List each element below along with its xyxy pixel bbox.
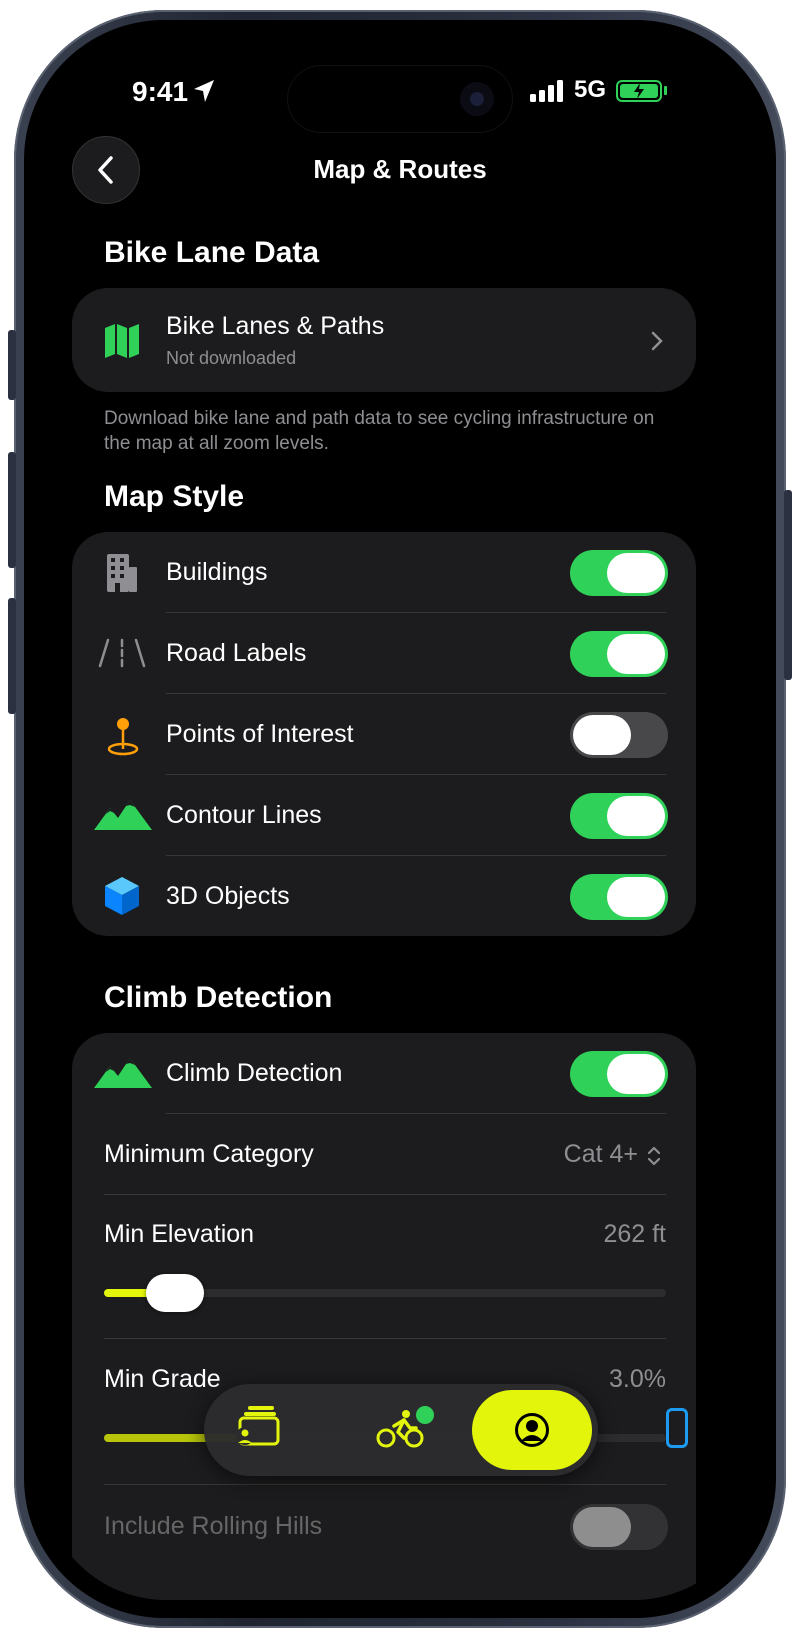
buildings-label: Buildings — [166, 558, 268, 586]
cube-icon — [105, 877, 139, 915]
mountains-icon — [94, 1058, 152, 1088]
contour-lines-label: Contour Lines — [166, 801, 322, 829]
3d-objects-toggle[interactable] — [570, 874, 668, 920]
phone-icon[interactable] — [666, 1408, 688, 1448]
page-title: Map & Routes — [313, 154, 487, 184]
road-labels-label: Road Labels — [166, 639, 307, 667]
rolling-hills-label: Include Rolling Hills — [104, 1512, 323, 1540]
map-icon — [105, 324, 139, 358]
divider — [166, 855, 666, 856]
road-labels-toggle[interactable] — [570, 631, 668, 677]
min-grade-label: Min Grade — [104, 1365, 221, 1393]
screen: 9:41 5G Map & Routes Bike Lane Data Bike… — [42, 38, 758, 1600]
3d-objects-label: 3D Objects — [166, 882, 290, 910]
section-title-map-style: Map Style — [104, 480, 245, 513]
min-category-picker[interactable]: Cat 4+ — [482, 1134, 666, 1178]
buildings-toggle[interactable] — [570, 550, 668, 596]
min-elevation-thumb[interactable] — [145, 1274, 204, 1312]
road-icon — [98, 638, 146, 668]
location-arrow-icon — [194, 80, 214, 102]
section-title-bike-lane: Bike Lane Data — [104, 236, 320, 269]
climb-detection-toggle[interactable] — [570, 1051, 668, 1097]
ride-status-dot — [414, 1404, 436, 1426]
divider — [166, 693, 666, 694]
poi-toggle[interactable] — [570, 712, 668, 758]
bike-lane-note: Download bike lane and path data to see … — [104, 408, 655, 454]
bike-lanes-label: Bike Lanes & Paths — [166, 312, 385, 340]
contour-lines-toggle[interactable] — [570, 793, 668, 839]
min-elevation-value: 262 ft — [603, 1220, 666, 1248]
volume-down-button — [8, 598, 16, 714]
mountains-icon — [94, 800, 152, 830]
action-button — [8, 330, 16, 400]
divider — [166, 1113, 666, 1114]
min-category-label: Minimum Category — [104, 1140, 314, 1168]
section-title-climb: Climb Detection — [104, 981, 333, 1014]
front-camera — [460, 82, 494, 116]
signal-icon — [530, 80, 563, 102]
network-type: 5G — [574, 76, 607, 103]
stack-person-icon — [236, 1406, 280, 1446]
pin-icon — [107, 718, 139, 756]
divider — [166, 774, 666, 775]
battery-nub — [664, 86, 667, 95]
min-elevation-label: Min Elevation — [104, 1220, 255, 1248]
rolling-hills-toggle[interactable] — [570, 1504, 668, 1550]
min-category-value: Cat 4+ — [563, 1140, 638, 1168]
divider — [104, 1194, 666, 1195]
divider — [104, 1484, 666, 1485]
volume-up-button — [8, 452, 16, 568]
chevron-right-icon — [651, 331, 663, 351]
status-time: 9:41 — [132, 76, 189, 107]
divider — [166, 612, 666, 613]
divider — [104, 1338, 666, 1339]
chevron-up-down-icon — [647, 1146, 661, 1166]
climb-detection-label: Climb Detection — [166, 1059, 343, 1087]
power-button — [784, 490, 792, 680]
charging-bolt-icon — [634, 83, 644, 99]
bike-lanes-status: Not downloaded — [166, 348, 297, 368]
battery-icon — [616, 80, 662, 102]
tab-profile[interactable] — [472, 1390, 592, 1470]
building-icon — [107, 554, 137, 592]
tab-library[interactable] — [234, 1404, 286, 1452]
poi-label: Points of Interest — [166, 720, 354, 748]
person-circle-icon — [515, 1413, 549, 1447]
